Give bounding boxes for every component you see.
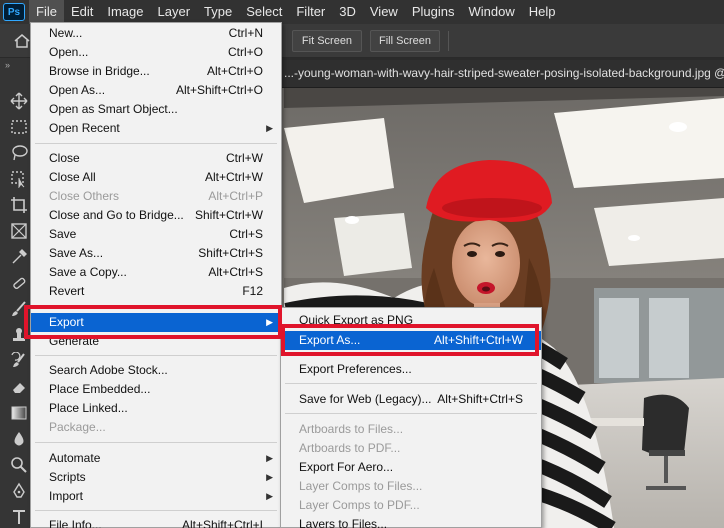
photoshop-logo: Ps: [3, 3, 25, 21]
file-menu: New... Ctrl+N Open... Ctrl+O Browse in Bri…: [30, 22, 282, 528]
menu-view[interactable]: View: [363, 0, 405, 24]
menu-edit[interactable]: Edit: [64, 0, 100, 24]
submenu-arrow-icon: ▶: [266, 472, 273, 482]
menu-separator: [285, 413, 537, 414]
object-selection-tool-icon[interactable]: [10, 170, 28, 189]
menu-item-open[interactable]: Open... Ctrl+O: [31, 43, 281, 62]
menu-item-layers-to-files[interactable]: Layers to Files...: [281, 515, 541, 528]
menu-3d[interactable]: 3D: [332, 0, 363, 24]
menu-select[interactable]: Select: [239, 0, 289, 24]
menu-item-revert[interactable]: Revert F12: [31, 282, 281, 301]
menu-item-layer-comps-to-pdf: Layer Comps to PDF...: [299, 498, 420, 512]
history-brush-tool-icon[interactable]: [10, 351, 28, 370]
menu-item-import[interactable]: Import ▶: [31, 487, 281, 506]
menu-file[interactable]: File: [29, 0, 64, 24]
menu-item-search-adobe-stock[interactable]: Search Adobe Stock...: [31, 361, 281, 380]
menu-item-export-for-aero[interactable]: Export For Aero...: [281, 458, 541, 477]
menu-layer[interactable]: Layer: [151, 0, 198, 24]
menu-separator: [35, 510, 277, 511]
menu-item-scripts[interactable]: Scripts ▶: [31, 468, 281, 487]
crop-tool-icon[interactable]: [10, 196, 28, 214]
annotation-box-export-as: [281, 324, 539, 356]
fill-screen-button[interactable]: Fill Screen: [370, 30, 440, 52]
menu-item-save-copy[interactable]: Save a Copy... Alt+Ctrl+S: [31, 263, 281, 282]
submenu-arrow-icon: ▶: [266, 491, 273, 501]
menu-separator: [35, 143, 277, 144]
home-icon[interactable]: [14, 34, 30, 48]
menu-item-close-all[interactable]: Close All Alt+Ctrl+W: [31, 168, 281, 187]
gradient-tool-icon[interactable]: [10, 404, 28, 422]
menu-separator: [35, 355, 277, 356]
blur-tool-icon[interactable]: [10, 430, 28, 448]
eraser-tool-icon[interactable]: [10, 378, 28, 396]
menu-item-layer-comps-to-files: Layer Comps to Files...: [299, 479, 423, 493]
menu-item-artboards-to-files: Artboards to Files...: [299, 422, 404, 436]
menu-item-save-as[interactable]: Save As... Shift+Ctrl+S: [31, 244, 281, 263]
menu-item-close-others: Close Others Alt+Ctrl+P: [49, 189, 263, 203]
menu-item-open-recent[interactable]: Open Recent ▶: [31, 119, 281, 138]
menu-item-artboards-to-pdf: Artboards to PDF...: [299, 441, 401, 455]
move-tool-icon[interactable]: [10, 92, 28, 110]
frame-tool-icon[interactable]: [10, 222, 28, 240]
annotation-box-export: [24, 305, 282, 339]
menu-window[interactable]: Window: [461, 0, 521, 24]
menu-item-new[interactable]: New... Ctrl+N: [31, 24, 281, 43]
menu-separator: [285, 383, 537, 384]
fit-screen-button[interactable]: Fit Screen: [292, 30, 362, 52]
menu-item-save-for-web[interactable]: Save for Web (Legacy)... Alt+Shift+Ctrl+S: [281, 390, 541, 409]
menu-item-export-preferences[interactable]: Export Preferences...: [281, 360, 541, 379]
menu-item-place-linked[interactable]: Place Linked...: [31, 399, 281, 418]
menu-item-close[interactable]: Close Ctrl+W: [31, 149, 281, 168]
tools-panel: »: [0, 58, 34, 528]
menu-bar: Ps File Edit Image Layer Type Select Fil…: [0, 0, 724, 24]
menu-item-place-embedded[interactable]: Place Embedded...: [31, 380, 281, 399]
menu-item-save[interactable]: Save Ctrl+S: [31, 225, 281, 244]
menu-item-open-smart-object[interactable]: Open as Smart Object...: [31, 100, 281, 119]
menu-item-open-as[interactable]: Open As... Alt+Shift+Ctrl+O: [31, 81, 281, 100]
eyedropper-tool-icon[interactable]: [10, 248, 28, 266]
healing-brush-tool-icon[interactable]: [10, 274, 28, 292]
menu-plugins[interactable]: Plugins: [405, 0, 462, 24]
menu-item-close-go-bridge[interactable]: Close and Go to Bridge... Shift+Ctrl+W: [31, 206, 281, 225]
collapse-icon[interactable]: »: [5, 60, 10, 70]
submenu-arrow-icon: ▶: [266, 123, 273, 133]
menu-filter[interactable]: Filter: [289, 0, 332, 24]
marquee-tool-icon[interactable]: [10, 118, 28, 136]
menu-image[interactable]: Image: [100, 0, 150, 24]
submenu-arrow-icon: ▶: [266, 453, 273, 463]
pen-tool-icon[interactable]: [10, 482, 28, 500]
menu-item-package: Package...: [49, 420, 106, 434]
menu-item-file-info[interactable]: File Info... Alt+Shift+Ctrl+I: [31, 516, 281, 528]
menu-item-browse-in-bridge[interactable]: Browse in Bridge... Alt+Ctrl+O: [31, 62, 281, 81]
options-divider: [448, 31, 449, 51]
lasso-tool-icon[interactable]: [10, 144, 28, 162]
menu-item-automate[interactable]: Automate ▶: [31, 449, 281, 468]
menu-type[interactable]: Type: [197, 0, 239, 24]
menu-help[interactable]: Help: [522, 0, 563, 24]
menu-separator: [35, 442, 277, 443]
dodge-tool-icon[interactable]: [10, 456, 28, 474]
type-tool-icon[interactable]: [10, 508, 28, 526]
document-title: ...-young-woman-with-wavy-hair-striped-s…: [284, 66, 724, 80]
